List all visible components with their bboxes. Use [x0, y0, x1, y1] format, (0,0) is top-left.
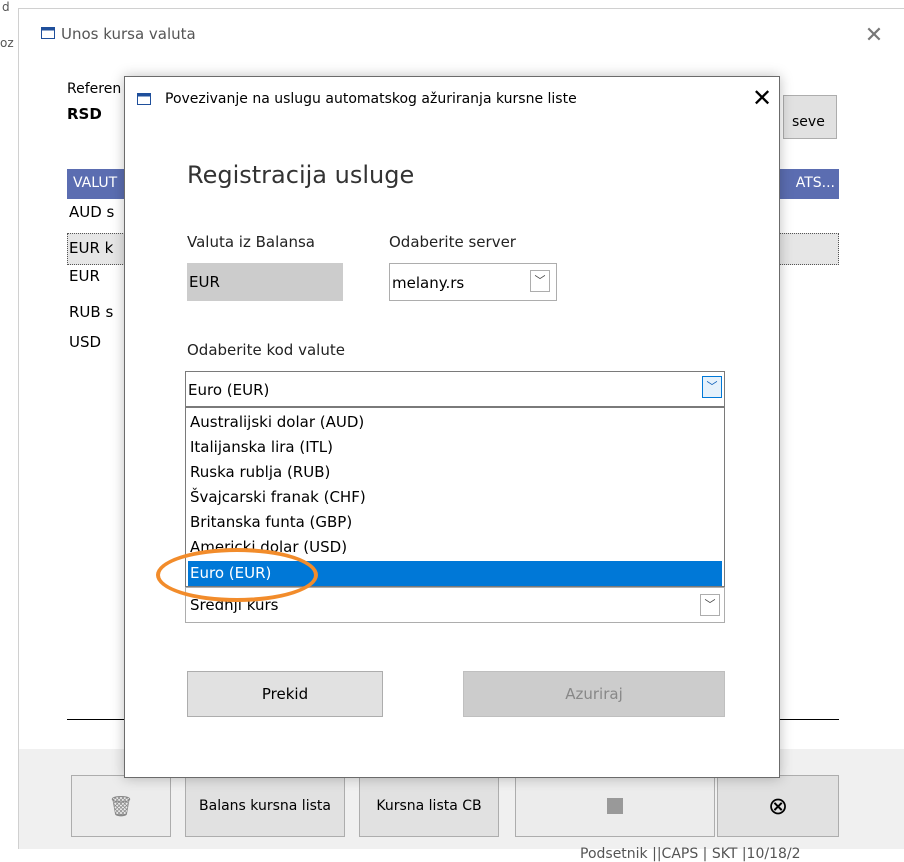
dialog-close-button[interactable]: ✕ [747, 83, 777, 113]
table-row[interactable]: AUD s [69, 203, 114, 221]
update-button[interactable]: Azuriraj [463, 671, 725, 717]
valuta-field: EUR [187, 263, 343, 301]
stop-icon [607, 798, 623, 814]
server-value: melany.rs [392, 274, 465, 292]
kod-label: Odaberite kod valute [187, 341, 345, 359]
table-row[interactable]: EUR [69, 267, 100, 285]
currency-code-dropdown[interactable]: Euro (EUR) ﹀ [185, 371, 725, 407]
delete-button[interactable]: 🗑 [71, 775, 171, 837]
list-item[interactable]: Ruska rublja (RUB) [188, 460, 722, 485]
dialog-title: Povezivanje na uslugu automatskog ažurir… [165, 91, 577, 107]
reference-value: RSD [67, 105, 102, 123]
column-header-ats[interactable]: ATS... [796, 175, 835, 191]
balans-kursna-lista-button[interactable]: Balans kursna lista [185, 775, 345, 837]
trash-icon: 🗑 [108, 794, 134, 818]
outer-close-button[interactable]: ✕ [859, 21, 889, 51]
dialog-window: Povezivanje na uslugu automatskog ažurir… [124, 76, 780, 778]
reference-label: Referen [67, 81, 122, 97]
background-fragment-top: d [2, 0, 10, 14]
valuta-label: Valuta iz Balansa [187, 233, 315, 251]
table-row[interactable]: EUR k [69, 239, 113, 257]
background-fragment-left: oz [0, 36, 14, 50]
currency-code-value: Euro (EUR) [188, 381, 270, 399]
list-item[interactable]: Švajcarski franak (CHF) [188, 485, 722, 510]
status-bar: Podsetnik ||CAPS | SKT |10/18/2 [580, 846, 801, 862]
server-label: Odaberite server [389, 233, 516, 251]
window-icon [137, 93, 151, 105]
stop-button[interactable] [515, 775, 715, 837]
chevron-down-icon[interactable]: ﹀ [702, 376, 722, 398]
list-item[interactable]: Italijanska lira (ITL) [188, 435, 722, 460]
table-row[interactable]: RUB s [69, 303, 113, 321]
chevron-down-icon[interactable]: ﹀ [700, 594, 720, 616]
close-circle-button[interactable]: ⊗ [717, 775, 839, 837]
table-row[interactable]: USD [69, 333, 101, 351]
dialog-heading: Registracija usluge [187, 161, 415, 189]
kursna-lista-cb-button[interactable]: Kursna lista CB [359, 775, 499, 837]
list-item[interactable]: Britanska funta (GBP) [188, 510, 722, 535]
cancel-button[interactable]: Prekid [187, 671, 383, 717]
highlight-ellipse [156, 548, 318, 602]
save-button[interactable]: seve [783, 95, 837, 139]
chevron-down-icon[interactable]: ﹀ [530, 270, 550, 292]
server-dropdown[interactable]: melany.rs ﹀ [389, 263, 557, 301]
window-icon [41, 27, 55, 39]
list-item[interactable]: Australijski dolar (AUD) [188, 410, 722, 435]
outer-window-title: Unos kursa valuta [61, 25, 196, 43]
column-header-valuta[interactable]: VALUT [73, 175, 117, 191]
outer-title-bar: Unos kursa valuta ✕ [19, 9, 904, 55]
